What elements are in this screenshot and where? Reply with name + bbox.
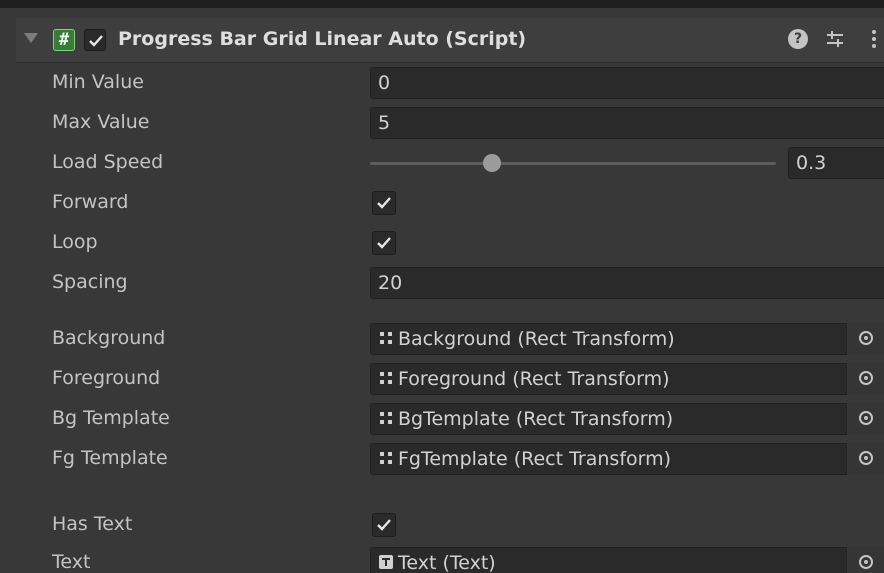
text-row: Text Text (Text): [0, 544, 884, 573]
inspector-panel: # Progress Bar Grid Linear Auto (Script)…: [0, 0, 884, 573]
object-picker-icon: [859, 411, 873, 425]
max-value-row: Max Value 5: [0, 104, 884, 142]
background-object-picker[interactable]: [846, 323, 884, 355]
foreground-row: Foreground Foreground (Rect Transform): [0, 360, 884, 398]
max-value-label: Max Value: [52, 111, 150, 133]
forward-checkbox[interactable]: [372, 191, 396, 215]
has-text-row: Has Text: [0, 506, 884, 544]
object-picker-icon: [859, 371, 873, 385]
bg-template-object-value: BgTemplate (Rect Transform): [398, 408, 674, 430]
bg-template-object-field[interactable]: BgTemplate (Rect Transform): [370, 403, 884, 435]
bg-template-object-picker[interactable]: [846, 403, 884, 435]
load-speed-input[interactable]: 0.3: [788, 147, 884, 179]
spacing-row: Spacing 20: [0, 264, 884, 302]
fg-template-object-field[interactable]: FgTemplate (Rect Transform): [370, 443, 884, 475]
loop-label: Loop: [52, 231, 98, 253]
preset-icon[interactable]: [824, 28, 846, 50]
load-speed-slider-thumb[interactable]: [482, 154, 501, 172]
spacing-label: Spacing: [52, 271, 128, 293]
object-picker-icon: [859, 555, 873, 569]
min-value-input[interactable]: 0: [370, 67, 884, 99]
foreground-label: Foreground: [52, 367, 161, 389]
text-object-picker[interactable]: [846, 547, 884, 573]
max-value-input[interactable]: 5: [370, 107, 884, 139]
background-label: Background: [52, 327, 166, 349]
rect-transform-icon: [380, 332, 392, 344]
foreground-object-field[interactable]: Foreground (Rect Transform): [370, 363, 884, 395]
has-text-checkbox[interactable]: [372, 513, 396, 537]
load-speed-row: Load Speed 0.3: [0, 144, 884, 182]
object-picker-icon: [859, 451, 873, 465]
forward-row: Forward: [0, 184, 884, 222]
text-component-icon: [379, 555, 393, 569]
fg-template-label: Fg Template: [52, 447, 168, 469]
loop-row: Loop: [0, 224, 884, 262]
has-text-label: Has Text: [52, 513, 133, 535]
fg-template-row: Fg Template FgTemplate (Rect Transform): [0, 440, 884, 478]
load-speed-label: Load Speed: [52, 151, 164, 173]
bg-template-row: Bg Template BgTemplate (Rect Transform): [0, 400, 884, 438]
component-title: Progress Bar Grid Linear Auto (Script): [118, 28, 527, 50]
load-speed-slider-track[interactable]: [370, 162, 776, 165]
fg-template-object-value: FgTemplate (Rect Transform): [398, 448, 672, 470]
checkmark-icon: [377, 237, 391, 249]
checkmark-icon: [89, 35, 103, 47]
background-object-field[interactable]: Background (Rect Transform): [370, 323, 884, 355]
component-enabled-checkbox[interactable]: [84, 29, 106, 51]
foreground-object-value: Foreground (Rect Transform): [398, 368, 670, 390]
script-icon: #: [53, 29, 75, 51]
forward-label: Forward: [52, 191, 129, 213]
context-menu-icon[interactable]: [868, 28, 880, 50]
help-icon[interactable]: ?: [788, 29, 808, 49]
rect-transform-icon: [380, 372, 392, 384]
foldout-arrow-icon[interactable]: [24, 33, 38, 43]
fg-template-object-picker[interactable]: [846, 443, 884, 475]
checkmark-icon: [377, 519, 391, 531]
foreground-object-picker[interactable]: [846, 363, 884, 395]
component-header[interactable]: # Progress Bar Grid Linear Auto (Script)…: [16, 18, 884, 63]
rect-transform-icon: [380, 452, 392, 464]
min-value-row: Min Value 0: [0, 64, 884, 102]
text-label: Text: [52, 551, 91, 573]
checkmark-icon: [377, 197, 391, 209]
background-object-value: Background (Rect Transform): [398, 328, 675, 350]
background-row: Background Background (Rect Transform): [0, 320, 884, 358]
loop-checkbox[interactable]: [372, 231, 396, 255]
text-object-field[interactable]: Text (Text): [370, 547, 884, 573]
text-object-value: Text (Text): [398, 552, 496, 573]
object-picker-icon: [859, 331, 873, 345]
bg-template-label: Bg Template: [52, 407, 170, 429]
rect-transform-icon: [380, 412, 392, 424]
spacing-input[interactable]: 20: [370, 267, 884, 299]
min-value-label: Min Value: [52, 71, 144, 93]
